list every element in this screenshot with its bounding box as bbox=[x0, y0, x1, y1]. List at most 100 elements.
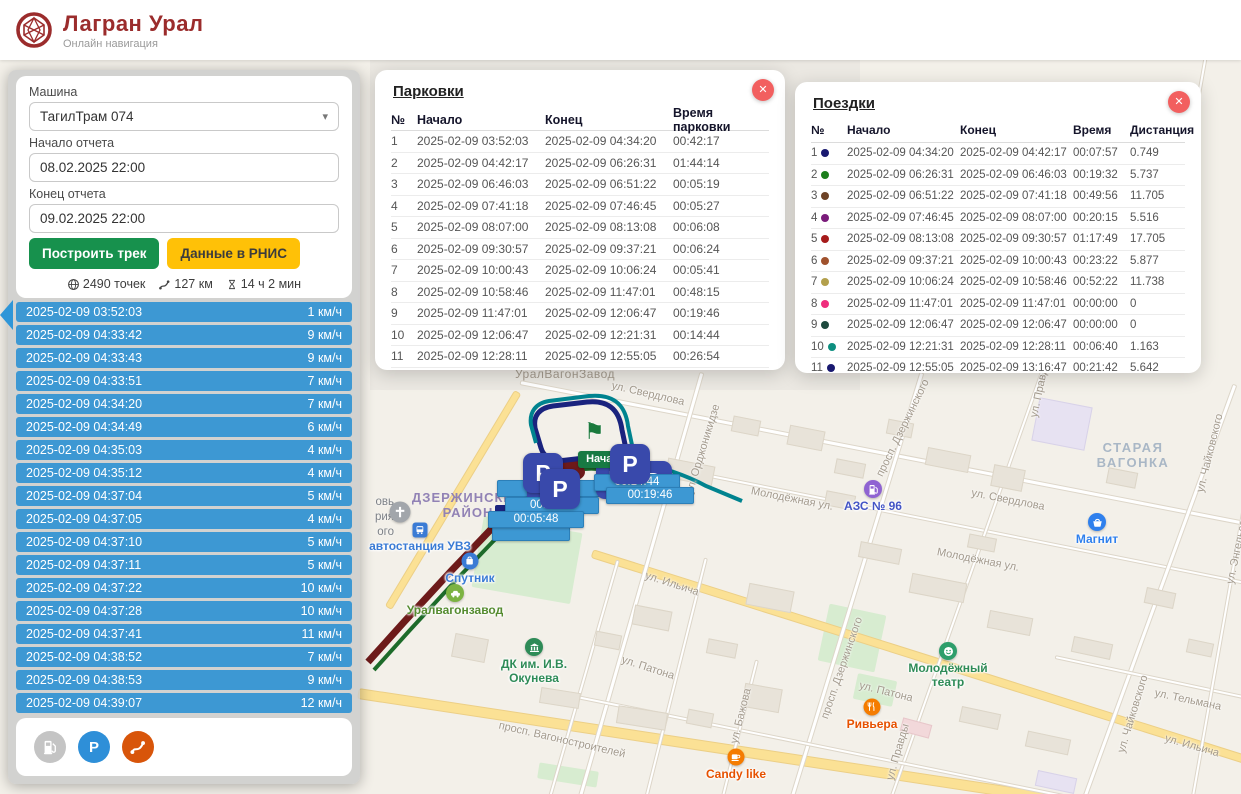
table-header: №НачалоКонецВремя парковки bbox=[391, 106, 769, 131]
track-point-speed: 9 км/ч bbox=[308, 351, 342, 365]
globe-icon bbox=[67, 278, 80, 291]
track-point-row[interactable]: 2025-02-09 04:37:2810 км/ч bbox=[16, 601, 352, 621]
track-point-row[interactable]: 2025-02-09 04:38:539 км/ч bbox=[16, 670, 352, 690]
build-track-button[interactable]: Построить трек bbox=[29, 238, 159, 269]
track-point-time: 2025-02-09 04:37:10 bbox=[26, 535, 142, 549]
poi-label: автостанция УВЗ bbox=[369, 539, 471, 553]
map-label-fragment: ого bbox=[362, 526, 394, 538]
poi-label: Молодёжныйтеатр bbox=[908, 661, 987, 689]
track-point-time: 2025-02-09 04:37:41 bbox=[26, 627, 142, 641]
cross-icon[interactable] bbox=[390, 502, 411, 523]
parkings-panel: Парковки ✕ №НачалоКонецВремя парковки120… bbox=[375, 70, 785, 370]
trip-row: 82025-02-09 11:47:012025-02-09 11:47:010… bbox=[811, 294, 1185, 316]
trips-table: №НачалоКонецВремяДистанция12025-02-09 04… bbox=[795, 118, 1201, 373]
track-point-row[interactable]: 2025-02-09 04:37:11 5 км/ч bbox=[16, 555, 352, 575]
track-point-time: 2025-02-09 04:37:11 bbox=[26, 558, 141, 572]
trips-panel-title: Поездки bbox=[813, 95, 1201, 112]
parking-icon: P bbox=[89, 739, 99, 756]
track-point-speed: 7 км/ч bbox=[308, 397, 342, 411]
map-tools-panel: P bbox=[16, 718, 352, 776]
track-point-row[interactable]: 2025-02-09 04:37:045 км/ч bbox=[16, 486, 352, 506]
track-controls-panel: Машина ТагилТрам 074 ▾ Начало отчета Кон… bbox=[16, 76, 352, 298]
bag-icon[interactable] bbox=[462, 553, 479, 570]
close-icon[interactable]: ✕ bbox=[1168, 91, 1190, 113]
report-end-label: Конец отчета bbox=[29, 187, 339, 201]
duration-tooltip[interactable]: 00:05:48 bbox=[488, 511, 584, 528]
track-point-speed: 11 км/ч bbox=[302, 627, 343, 641]
theater-icon[interactable] bbox=[939, 642, 957, 660]
fuel-icon[interactable] bbox=[864, 480, 882, 498]
trip-row: 52025-02-09 08:13:082025-02-09 09:30:570… bbox=[811, 229, 1185, 251]
trips-toggle-button[interactable] bbox=[122, 731, 154, 763]
report-start-label: Начало отчета bbox=[29, 136, 339, 150]
brand-subtitle: Онлайн навигация bbox=[63, 38, 203, 50]
basket-icon[interactable] bbox=[1088, 513, 1106, 531]
brand-name: Лагран Урал bbox=[63, 11, 203, 37]
trip-color-dot bbox=[821, 235, 829, 243]
parkings-toggle-button[interactable]: P bbox=[78, 731, 110, 763]
track-point-speed: 12 км/ч bbox=[301, 696, 342, 710]
track-point-row[interactable]: 2025-02-09 04:39:0712 км/ч bbox=[16, 693, 352, 713]
restaurant-icon[interactable] bbox=[864, 699, 881, 716]
poi-label: ДК им. И.В.Окунева bbox=[501, 657, 567, 685]
stat-duration: 14 ч 2 мин bbox=[241, 277, 301, 291]
track-point-speed: 4 км/ч bbox=[308, 466, 342, 480]
chevron-down-icon: ▾ bbox=[322, 110, 328, 123]
trip-color-dot bbox=[821, 300, 829, 308]
parking-row: 92025-02-09 11:47:012025-02-09 12:06:470… bbox=[391, 303, 769, 325]
trip-row: 32025-02-09 06:51:222025-02-09 07:41:180… bbox=[811, 186, 1185, 208]
parking-row: 12025-02-09 03:52:032025-02-09 04:34:200… bbox=[391, 131, 769, 153]
trip-row: 42025-02-09 07:46:452025-02-09 08:07:000… bbox=[811, 208, 1185, 230]
track-point-speed: 9 км/ч bbox=[308, 673, 342, 687]
parking-marker-icon[interactable]: P bbox=[540, 469, 580, 509]
track-point-row[interactable]: 2025-02-09 04:34:496 км/ч bbox=[16, 417, 352, 437]
car-icon[interactable] bbox=[446, 584, 464, 602]
sidebar: Машина ТагилТрам 074 ▾ Начало отчета Кон… bbox=[8, 70, 360, 784]
track-point-row[interactable]: 2025-02-09 04:33:439 км/ч bbox=[16, 348, 352, 368]
fuel-toggle-button[interactable] bbox=[34, 731, 66, 763]
track-point-row[interactable]: 2025-02-09 04:34:207 км/ч bbox=[16, 394, 352, 414]
parking-marker-icon[interactable]: P bbox=[610, 444, 650, 484]
track-point-row[interactable]: 2025-02-09 03:52:031 км/ч bbox=[16, 302, 352, 322]
vehicle-select-value: ТагилТрам 074 bbox=[40, 109, 134, 124]
parking-row: 22025-02-09 04:42:172025-02-09 06:26:310… bbox=[391, 153, 769, 175]
parkings-table: №НачалоКонецВремя парковки12025-02-09 03… bbox=[375, 106, 785, 368]
parking-row: 62025-02-09 09:30:572025-02-09 09:37:210… bbox=[391, 239, 769, 261]
fuel-icon bbox=[41, 738, 59, 756]
track-point-row[interactable]: 2025-02-09 04:37:105 км/ч bbox=[16, 532, 352, 552]
hourglass-icon bbox=[226, 278, 238, 291]
track-point-speed: 4 км/ч bbox=[308, 443, 342, 457]
track-point-row[interactable]: 2025-02-09 04:37:41 11 км/ч bbox=[16, 624, 352, 644]
track-point-speed: 5 км/ч bbox=[308, 558, 342, 572]
track-point-row[interactable]: 2025-02-09 04:33:429 км/ч bbox=[16, 325, 352, 345]
sidebar-collapse-handle[interactable] bbox=[0, 300, 13, 330]
trip-color-dot bbox=[821, 214, 829, 222]
bus-icon[interactable] bbox=[413, 523, 428, 538]
track-point-row[interactable]: 2025-02-09 04:37:054 км/ч bbox=[16, 509, 352, 529]
area-label: СТАРАЯВАГОНКА bbox=[1097, 440, 1170, 470]
track-point-speed: 9 км/ч bbox=[308, 328, 342, 342]
app-header: Лагран Урал Онлайн навигация bbox=[0, 0, 1241, 60]
trip-color-dot bbox=[821, 278, 829, 286]
track-point-speed: 6 км/ч bbox=[308, 420, 342, 434]
track-point-row[interactable]: 2025-02-09 04:38:527 км/ч bbox=[16, 647, 352, 667]
parking-row: 82025-02-09 10:58:462025-02-09 11:47:010… bbox=[391, 282, 769, 304]
trip-row: 92025-02-09 12:06:472025-02-09 12:06:470… bbox=[811, 315, 1185, 337]
track-point-row[interactable]: 2025-02-09 04:33:517 км/ч bbox=[16, 371, 352, 391]
duration-tooltip[interactable]: 00:19:46 bbox=[606, 487, 694, 504]
rnis-data-button[interactable]: Данные в РНИС bbox=[167, 238, 299, 269]
vehicle-select[interactable]: ТагилТрам 074 ▾ bbox=[29, 102, 339, 131]
track-point-time: 2025-02-09 04:35:12 bbox=[26, 466, 142, 480]
report-end-input[interactable] bbox=[29, 204, 339, 233]
close-icon[interactable]: ✕ bbox=[752, 79, 774, 101]
track-point-speed: 5 км/ч bbox=[308, 489, 342, 503]
museum-icon[interactable] bbox=[525, 638, 543, 656]
report-start-input[interactable] bbox=[29, 153, 339, 182]
track-point-time: 2025-02-09 04:37:22 bbox=[26, 581, 142, 595]
track-point-row[interactable]: 2025-02-09 04:37:2210 км/ч bbox=[16, 578, 352, 598]
trip-row: 12025-02-09 04:34:202025-02-09 04:42:170… bbox=[811, 143, 1185, 165]
cafe-icon[interactable] bbox=[728, 749, 745, 766]
track-point-row[interactable]: 2025-02-09 04:35:12 4 км/ч bbox=[16, 463, 352, 483]
track-point-row[interactable]: 2025-02-09 04:35:034 км/ч bbox=[16, 440, 352, 460]
parking-row: 112025-02-09 12:28:112025-02-09 12:55:05… bbox=[391, 346, 769, 368]
